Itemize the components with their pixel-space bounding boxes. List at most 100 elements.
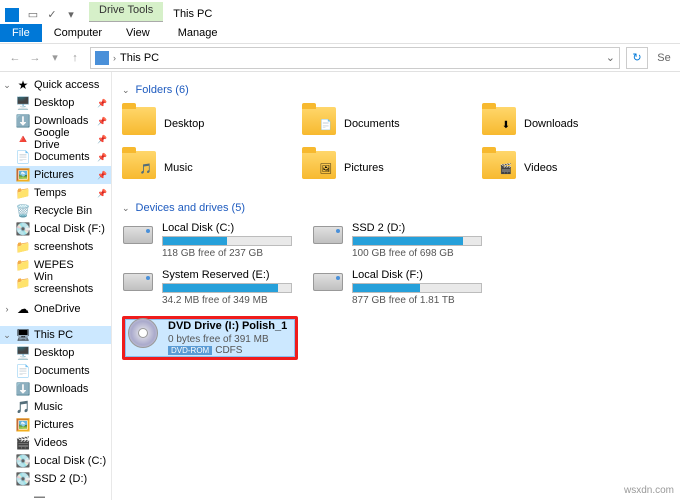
window-title: This PC bbox=[163, 6, 222, 22]
watermark: wsxdn.com bbox=[624, 485, 674, 496]
drive-free-text: 877 GB free of 1.81 TB bbox=[352, 295, 482, 306]
tree-this-pc[interactable]: ⌄ 🖥 This PC bbox=[0, 326, 111, 344]
caret-down-icon[interactable]: ⌄ bbox=[2, 330, 12, 341]
tree-quick-item[interactable]: 📁screenshots bbox=[0, 238, 111, 256]
folder-tile[interactable]: ⬇ Downloads bbox=[482, 104, 642, 144]
tree-label: Videos bbox=[34, 437, 67, 449]
contextual-tab-drive-tools[interactable]: Drive Tools bbox=[89, 2, 163, 22]
breadcrumb-location[interactable]: This PC bbox=[120, 52, 159, 64]
folder-tile[interactable]: 🖼Pictures bbox=[302, 148, 462, 188]
drive-tile-dvd[interactable]: DVD Drive (I:) Polish_1 0 bytes free of … bbox=[125, 319, 295, 357]
tree-quick-item[interactable]: 📁Win screenshots bbox=[0, 274, 111, 292]
address-dropdown-icon[interactable]: ⌄ bbox=[606, 51, 615, 64]
tree-quick-item[interactable]: 💽Local Disk (F:) bbox=[0, 220, 111, 238]
nav-up-icon[interactable]: ↑ bbox=[66, 49, 84, 67]
refresh-button[interactable]: ↻ bbox=[626, 47, 648, 69]
hard-disk-icon bbox=[122, 222, 154, 248]
drive-name: SSD 2 (D:) bbox=[352, 222, 482, 234]
drive-tile[interactable]: SSD 2 (D:) 100 GB free of 698 GB bbox=[312, 222, 482, 259]
item-icon: 🎵 bbox=[16, 400, 30, 414]
titlebar: ▭ ✓ ▾ Drive Tools This PC bbox=[0, 0, 680, 22]
address-bar[interactable]: › This PC ⌄ bbox=[90, 47, 620, 69]
tree-label: Downloads bbox=[34, 383, 88, 395]
folder-tile[interactable]: Desktop bbox=[122, 104, 282, 144]
tree-label: Documents bbox=[34, 365, 90, 377]
tree-quick-item[interactable]: 🔺Google Drive bbox=[0, 130, 111, 148]
disc-icon bbox=[126, 320, 160, 346]
tree-label: Recycle Bin bbox=[34, 205, 92, 217]
capacity-bar bbox=[352, 236, 482, 246]
search-icon[interactable]: Se bbox=[654, 47, 674, 69]
folder-name: Pictures bbox=[344, 162, 384, 174]
ribbon-tab-file[interactable]: File bbox=[0, 24, 42, 42]
chevron-down-icon[interactable]: ⌄ bbox=[122, 203, 130, 214]
folder-icon: 🎵 bbox=[122, 151, 156, 185]
tree-label: Local Disk (C:) bbox=[34, 455, 106, 467]
tree-label: This PC bbox=[34, 329, 73, 341]
folder-name: Documents bbox=[344, 118, 400, 130]
caret-down-icon[interactable]: ⌄ bbox=[2, 80, 12, 91]
item-icon: 📁 bbox=[16, 258, 30, 272]
folder-name: Videos bbox=[524, 162, 557, 174]
hard-disk-icon bbox=[312, 269, 344, 295]
tree-label: Downloads bbox=[34, 115, 88, 127]
tree-label: Local Disk (F:) bbox=[34, 223, 105, 235]
tree-pc-item[interactable]: 🎬Videos bbox=[0, 434, 111, 452]
drive-tile[interactable]: Local Disk (C:) 118 GB free of 237 GB bbox=[122, 222, 292, 259]
tree-pc-item[interactable]: 💽SSD 2 (D:) bbox=[0, 470, 111, 488]
tree-quick-item[interactable]: 🖥️Desktop bbox=[0, 94, 111, 112]
folder-name: Downloads bbox=[524, 118, 578, 130]
window-icon bbox=[5, 8, 19, 22]
tree-quick-item[interactable]: 🖼️Pictures bbox=[0, 166, 111, 184]
drive-tile[interactable]: System Reserved (E:) 34.2 MB free of 349… bbox=[122, 269, 292, 306]
address-pc-icon bbox=[95, 51, 109, 65]
tree-label: WEPES bbox=[34, 259, 74, 271]
folder-tile[interactable]: 🎬Videos bbox=[482, 148, 642, 188]
nav-forward-icon[interactable]: → bbox=[26, 49, 44, 67]
tree-label: Win screenshots bbox=[34, 271, 107, 295]
tree-pc-item[interactable]: 📄Documents bbox=[0, 362, 111, 380]
tree-pc-item[interactable]: ⬇️Downloads bbox=[0, 380, 111, 398]
item-icon: 🗑️ bbox=[16, 204, 30, 218]
caret-right-icon[interactable]: › bbox=[2, 304, 12, 314]
tree-pc-item[interactable]: 🎵 Music bbox=[0, 398, 111, 416]
ribbon-tab-manage[interactable]: Manage bbox=[166, 24, 230, 42]
drive-name: Local Disk (C:) bbox=[162, 222, 292, 234]
item-icon: ⬇️ bbox=[16, 114, 30, 128]
tree-onedrive[interactable]: › ☁ OneDrive bbox=[0, 300, 111, 318]
tree-label: Music bbox=[34, 401, 63, 413]
group-header-drives[interactable]: ⌄ Devices and drives (5) bbox=[122, 202, 670, 214]
drive-tile[interactable]: Local Disk (F:) 877 GB free of 1.81 TB bbox=[312, 269, 482, 306]
folder-icon: ⬇ bbox=[482, 107, 516, 141]
nav-buttons: ← → ▾ ↑ bbox=[6, 49, 84, 67]
group-header-folders[interactable]: ⌄ Folders (6) bbox=[122, 84, 670, 96]
tree-pc-item[interactable]: 🖥️Desktop bbox=[0, 344, 111, 362]
tree-quick-item[interactable]: 📁Temps bbox=[0, 184, 111, 202]
qat-new-folder-icon[interactable]: ✓ bbox=[44, 6, 60, 22]
ribbon-tab-view[interactable]: View bbox=[114, 24, 162, 42]
drive-name: DVD Drive (I:) Polish_1 bbox=[168, 320, 294, 332]
folder-tile[interactable]: 📄Documents bbox=[302, 104, 462, 144]
nav-history-icon[interactable]: ▾ bbox=[46, 49, 64, 67]
qat-dropdown-icon[interactable]: ▾ bbox=[63, 6, 79, 22]
item-icon: 🖥️ bbox=[16, 346, 30, 360]
tree-pc-item[interactable]: — bbox=[0, 488, 111, 500]
tree-label: Google Drive bbox=[34, 127, 93, 151]
tree-label: OneDrive bbox=[34, 303, 80, 315]
folder-tile[interactable]: 🎵Music bbox=[122, 148, 282, 188]
chevron-right-icon[interactable]: › bbox=[113, 53, 116, 63]
nav-back-icon[interactable]: ← bbox=[6, 49, 24, 67]
qat-properties-icon[interactable]: ▭ bbox=[25, 6, 41, 22]
tree-label: Quick access bbox=[34, 79, 99, 91]
tree-quick-item[interactable]: 📄Documents bbox=[0, 148, 111, 166]
tree-pc-item[interactable]: 💽Local Disk (C:) bbox=[0, 452, 111, 470]
tree-quick-item[interactable]: 🗑️ Recycle Bin bbox=[0, 202, 111, 220]
ribbon-tab-computer[interactable]: Computer bbox=[42, 24, 114, 42]
navigation-pane: ⌄ ★ Quick access 🖥️Desktop⬇️Downloads🔺Go… bbox=[0, 72, 112, 500]
folder-icon bbox=[122, 107, 156, 141]
tree-pc-item[interactable]: 🖼️Pictures bbox=[0, 416, 111, 434]
cloud-icon: ☁ bbox=[16, 302, 30, 316]
tree-quick-access[interactable]: ⌄ ★ Quick access bbox=[0, 76, 111, 94]
main-area: ⌄ ★ Quick access 🖥️Desktop⬇️Downloads🔺Go… bbox=[0, 72, 680, 500]
chevron-down-icon[interactable]: ⌄ bbox=[122, 85, 130, 96]
